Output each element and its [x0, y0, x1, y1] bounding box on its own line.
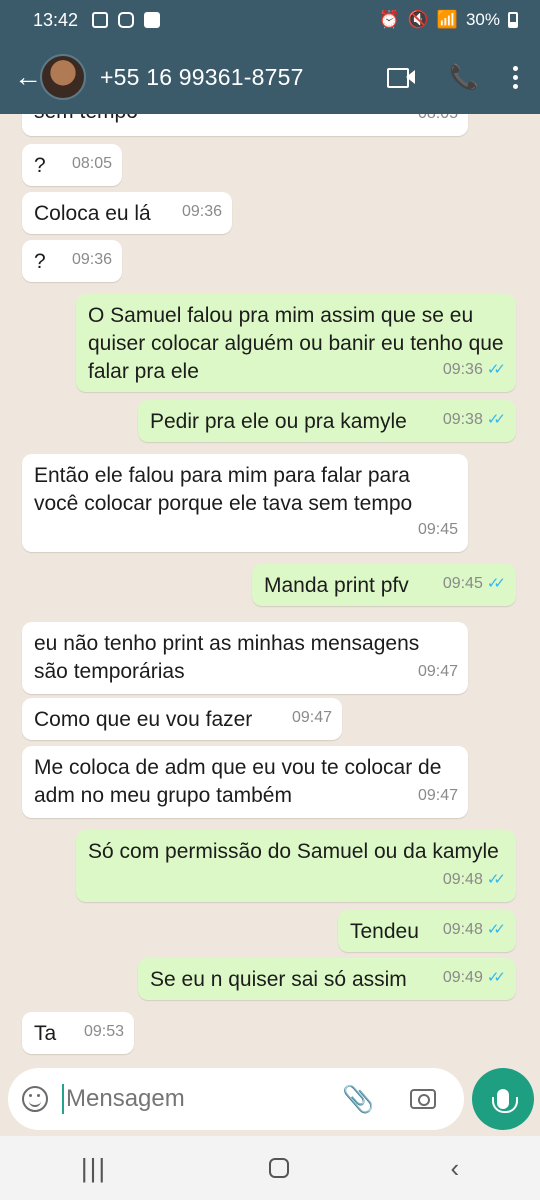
gallery-notification-icon: [92, 12, 109, 28]
message-text: O Samuel falou pra mim assim que se eu q…: [88, 304, 504, 383]
message-time: 09:36: [442, 361, 483, 378]
message-outgoing[interactable]: Só com permissão do Samuel ou da kamyle …: [76, 830, 516, 902]
message-incoming[interactable]: Me coloca de adm que eu vou te colocar d…: [22, 746, 468, 818]
message-outgoing[interactable]: Se eu n quiser sai só assim 09:49 ✓✓: [138, 958, 516, 1000]
camera-icon[interactable]: [410, 1089, 437, 1109]
message-time: 09:36: [181, 203, 222, 220]
status-time: 13:42: [33, 9, 79, 30]
message-text: Manda print pfv: [264, 574, 409, 597]
message-time: 09:45: [442, 575, 483, 592]
mic-button[interactable]: [472, 1068, 534, 1130]
read-receipt-icon: ✓✓: [486, 361, 506, 378]
message-time: 09:47: [417, 663, 458, 680]
message-time: 09:53: [83, 1023, 124, 1040]
message-text: Tendeu: [350, 920, 419, 943]
message-text: Se eu n quiser sai só assim: [150, 968, 407, 991]
mute-icon: 🔇: [407, 10, 429, 29]
message-incoming[interactable]: eu não tenho print as minhas mensagens s…: [22, 622, 468, 694]
video-call-icon[interactable]: [387, 67, 416, 88]
message-text: Só com permissão do Samuel ou da kamyle: [88, 840, 499, 863]
message-time: 09:45: [417, 521, 458, 538]
attach-icon[interactable]: 📎: [342, 1084, 374, 1115]
wifi-icon: 📶: [436, 10, 458, 29]
read-receipt-icon: ✓✓: [486, 969, 506, 986]
message-composer: 📎: [8, 1068, 464, 1130]
message-time: 08:05: [71, 155, 112, 172]
message-outgoing[interactable]: Pedir pra ele ou pra kamyle 09:38 ✓✓: [138, 400, 516, 442]
message-text: Então ele falou para mim para falar para…: [34, 464, 413, 515]
message-text: Ta: [34, 1022, 57, 1045]
alarm-icon: ⏰: [378, 10, 400, 29]
message-text: Coloca eu lá: [34, 202, 151, 225]
message-text: ?: [34, 250, 46, 273]
message-time: 09:36: [71, 251, 112, 268]
message-incoming[interactable]: ? 08:05: [22, 144, 122, 186]
avatar[interactable]: [40, 54, 86, 100]
message-text: sem tempo: [34, 114, 138, 123]
message-time: 09:47: [291, 709, 332, 726]
back-icon[interactable]: ‹: [450, 1153, 459, 1184]
status-bar: 13:42 ⏰ 🔇 📶 30%: [0, 0, 540, 40]
message-text: ?: [34, 154, 46, 177]
message-time: 09:38: [442, 411, 483, 428]
message-time: 09:49: [442, 969, 483, 986]
read-receipt-icon: ✓✓: [486, 411, 506, 428]
chat-area[interactable]: sem tempo 08:05 ? 08:05 Coloca eu lá 09:…: [0, 114, 540, 1064]
read-receipt-icon: ✓✓: [486, 871, 506, 888]
instagram-notification-icon: [118, 12, 135, 28]
message-outgoing[interactable]: Tendeu 09:48 ✓✓: [338, 910, 516, 952]
emoji-icon[interactable]: [22, 1086, 48, 1112]
battery-label: 30%: [465, 10, 500, 29]
read-receipt-icon: ✓✓: [486, 921, 506, 938]
message-time: 09:48: [442, 921, 483, 938]
message-text: Me coloca de adm que eu vou te colocar d…: [34, 756, 442, 807]
system-nav-bar: ||| ‹: [0, 1136, 540, 1200]
contact-name[interactable]: +55 16 99361-8757: [100, 64, 304, 91]
chat-header: ← +55 16 99361-8757 📞: [0, 40, 540, 114]
read-receipt-icon: ✓✓: [486, 575, 506, 592]
message-text: eu não tenho print as minhas mensagens s…: [34, 632, 420, 683]
battery-icon: [508, 12, 518, 28]
message-time: 09:47: [417, 787, 458, 804]
message-incoming[interactable]: Como que eu vou fazer 09:47: [22, 698, 342, 740]
message-incoming[interactable]: Então ele falou para mim para falar para…: [22, 454, 468, 552]
message-incoming[interactable]: sem tempo 08:05: [22, 114, 468, 136]
text-caret: [62, 1084, 64, 1114]
message-outgoing[interactable]: Manda print pfv 09:45 ✓✓: [252, 564, 516, 606]
message-time: 08:05: [418, 114, 458, 128]
message-incoming[interactable]: ? 09:36: [22, 240, 122, 282]
home-icon[interactable]: [268, 1158, 289, 1178]
message-input[interactable]: [66, 1085, 336, 1113]
message-text: Pedir pra ele ou pra kamyle: [150, 410, 407, 433]
recent-apps-icon[interactable]: |||: [81, 1153, 107, 1184]
message-outgoing[interactable]: O Samuel falou pra mim assim que se eu q…: [76, 294, 516, 392]
message-incoming[interactable]: Coloca eu lá 09:36: [22, 192, 232, 234]
more-options-icon[interactable]: [513, 65, 518, 89]
phone-icon[interactable]: 📞: [449, 63, 479, 92]
message-time: 09:48: [442, 871, 483, 888]
message-text: Como que eu vou fazer: [34, 708, 253, 731]
message-incoming[interactable]: Ta 09:53: [22, 1012, 134, 1054]
app-notification-icon: [144, 12, 161, 28]
mic-icon: [492, 1089, 518, 1113]
